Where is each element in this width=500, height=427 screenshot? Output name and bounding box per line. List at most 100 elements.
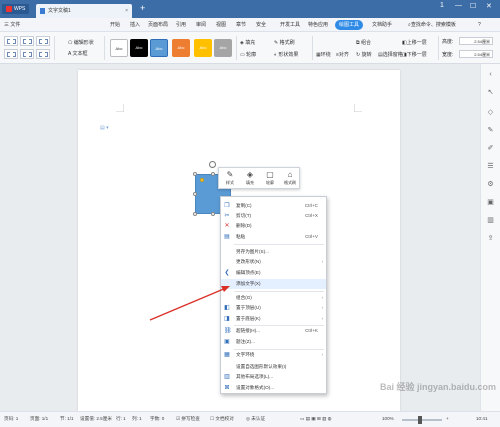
- rotate-handle-icon[interactable]: [209, 161, 216, 168]
- select-pane-button[interactable]: ▤选择窗格: [378, 51, 403, 58]
- context-item-set-default-shape[interactable]: 设置自选图形默认效果(I): [221, 362, 326, 372]
- menu-page-layout[interactable]: 页面布局: [148, 20, 168, 30]
- context-item-send-to-back[interactable]: ◨ 置于底层(K) ›: [221, 314, 326, 324]
- rotate-button[interactable]: ↻ 旋转: [356, 51, 372, 58]
- menu-insert[interactable]: 插入: [130, 20, 140, 30]
- mini-style-button[interactable]: ✎ 样式: [220, 170, 240, 188]
- style-swatch-yellow[interactable]: Abc: [194, 39, 212, 57]
- shape-preset-6[interactable]: [36, 49, 50, 59]
- shape-effects-label: 形状效果: [278, 52, 299, 58]
- mini-fill-button[interactable]: ◈ 填充: [240, 170, 260, 188]
- shape-preset-2[interactable]: [20, 36, 34, 46]
- shape-preset-4[interactable]: [4, 49, 18, 59]
- style-swatch-black[interactable]: Abc: [130, 39, 148, 57]
- context-item-bring-to-front[interactable]: ◧ 置于顶层(U) ›: [221, 303, 326, 313]
- status-bar: 页码: 1 页面: 1/1 节: 1/1 设置值: 2.5厘米 行: 1 列: …: [0, 411, 500, 427]
- layout-icon[interactable]: ▥: [486, 216, 495, 225]
- context-item-hyperlink[interactable]: ⛓ 超链接(H)... Ctrl+K: [221, 326, 326, 336]
- properties-icon[interactable]: ☰: [486, 162, 495, 171]
- style-swatch-orange[interactable]: Abc: [172, 39, 190, 57]
- context-item-group[interactable]: 组合(G) ›: [221, 293, 326, 303]
- resize-handle-top-left[interactable]: [193, 172, 197, 176]
- format-painter-button[interactable]: ✎ 格式刷: [274, 39, 295, 46]
- bring-forward-button[interactable]: ◧上移一层: [402, 39, 427, 46]
- new-tab-button[interactable]: +: [140, 3, 145, 13]
- resize-handle-bottom[interactable]: [211, 212, 215, 216]
- zoom-in-button[interactable]: +: [446, 416, 449, 421]
- context-item-format-object[interactable]: ⊠ 设置对象格式(O)...: [221, 383, 326, 393]
- shape-preset-5[interactable]: [20, 49, 34, 59]
- context-item-save-as-image[interactable]: 另存为图片(S)...: [221, 247, 326, 257]
- adjust-handle[interactable]: [200, 178, 204, 182]
- share-icon[interactable]: ⇪: [486, 234, 495, 243]
- paragraph-anchor-icon[interactable]: ▤ ▾: [100, 125, 109, 131]
- menu-special-apps[interactable]: 特色应用: [308, 20, 328, 30]
- menu-security[interactable]: 安全: [256, 20, 266, 30]
- menu-view[interactable]: 视图: [216, 20, 226, 30]
- resize-handle-bottom-left[interactable]: [193, 212, 197, 216]
- spellcheck-button[interactable]: ☑ 拼写检查: [176, 416, 200, 422]
- context-item-add-text[interactable]: 添加文字(X): [221, 279, 326, 289]
- wps-app-button[interactable]: WPS: [2, 4, 30, 14]
- style-icon[interactable]: ✎: [486, 126, 495, 135]
- certification-status[interactable]: ◎ 未认证: [246, 416, 265, 422]
- minimize-button[interactable]: —: [455, 2, 462, 9]
- context-item-label: 删除(D): [236, 223, 252, 228]
- height-input[interactable]: 2.54厘米: [459, 37, 493, 45]
- sidebar-collapse-icon[interactable]: ‹: [486, 70, 495, 79]
- file-menu[interactable]: 三 文件: [4, 20, 20, 30]
- shape-preset-3[interactable]: [36, 36, 50, 46]
- width-input[interactable]: 2.54厘米: [459, 50, 493, 58]
- context-item-paste[interactable]: ▤ 粘贴 Ctrl+V: [221, 232, 326, 242]
- context-item-caption[interactable]: ▣ 题注(Z)...: [221, 337, 326, 347]
- style-swatch-blue[interactable]: Abc: [150, 39, 168, 57]
- mini-outline-button[interactable]: ▢ 轮廓: [260, 170, 280, 188]
- style-swatch-white[interactable]: Abc: [110, 39, 128, 57]
- menu-dev-tools[interactable]: 开发工具: [280, 20, 300, 30]
- close-window-button[interactable]: ✕: [486, 2, 492, 10]
- close-tab-icon[interactable]: ×: [125, 4, 128, 18]
- zoom-level[interactable]: 100%: [382, 416, 394, 421]
- context-item-edit-points[interactable]: ❮ 编辑顶点(E): [221, 268, 326, 278]
- send-backward-label: 下移一层: [406, 52, 427, 58]
- shape-effects-button[interactable]: ◐ 形状效果: [274, 51, 298, 58]
- style-swatch-gray[interactable]: Abc: [214, 39, 232, 57]
- edit-shape-button[interactable]: ⬠ 编辑形状: [68, 39, 94, 46]
- document-tab[interactable]: 文字文稿1 ×: [36, 4, 132, 18]
- fill-button[interactable]: ◈ 填充: [240, 39, 255, 46]
- menu-references[interactable]: 引用: [176, 20, 186, 30]
- outline-button[interactable]: ▭ 轮廓: [240, 51, 256, 58]
- select-icon[interactable]: ↖: [486, 88, 495, 97]
- wrap-button[interactable]: ▦环绕: [316, 51, 331, 58]
- shape-preset-1[interactable]: [4, 36, 18, 46]
- send-backward-button[interactable]: ◨下移一层: [402, 51, 427, 58]
- align-button[interactable]: ≡对齐: [336, 51, 349, 58]
- search-commands-input[interactable]: ⌕查找命令、搜索模板: [408, 20, 456, 30]
- context-item-cut[interactable]: ✂ 剪切(T) Ctrl+X: [221, 211, 326, 221]
- textbox-button[interactable]: A 文本框: [68, 50, 87, 57]
- context-item-copy[interactable]: ❐ 复制(C) Ctrl+C: [221, 201, 326, 211]
- menu-review[interactable]: 审阅: [196, 20, 206, 30]
- group-button[interactable]: ⧉ 组合: [356, 39, 371, 46]
- menu-drawing-tools[interactable]: 绘图工具: [335, 20, 364, 30]
- menu-doc-assistant[interactable]: 文档助手: [372, 20, 392, 30]
- shape-icon[interactable]: ◇: [486, 108, 495, 117]
- menu-chapter[interactable]: 章节: [236, 20, 246, 30]
- resize-handle-top[interactable]: [211, 172, 215, 176]
- help-button[interactable]: ?: [478, 20, 481, 30]
- maximize-button[interactable]: ☐: [470, 2, 476, 10]
- menu-home[interactable]: 开始: [110, 20, 120, 30]
- zoom-slider-handle[interactable]: [418, 416, 422, 424]
- context-item-delete[interactable]: ✕ 删除(D): [221, 221, 326, 231]
- doc-check-button[interactable]: ☐ 文档校对: [210, 416, 234, 422]
- image-icon[interactable]: ▣: [486, 198, 495, 207]
- zoom-slider-track[interactable]: [402, 419, 442, 421]
- context-item-change-shape[interactable]: 更改形状(N) ›: [221, 257, 326, 267]
- settings-icon[interactable]: ⚙: [486, 180, 495, 189]
- view-mode-icons[interactable]: ▭ ▤ ▣ ⊞ ▥ ◍: [300, 416, 332, 422]
- pen-icon[interactable]: ✐: [486, 144, 495, 153]
- resize-handle-left[interactable]: [193, 192, 197, 196]
- context-item-layout-options[interactable]: ▥ 其他布局选项(L)...: [221, 372, 326, 382]
- context-item-wrap-text[interactable]: ▦ 文字环绕 ›: [221, 350, 326, 360]
- mini-format-painter-button[interactable]: ⌂ 格式刷: [280, 170, 300, 188]
